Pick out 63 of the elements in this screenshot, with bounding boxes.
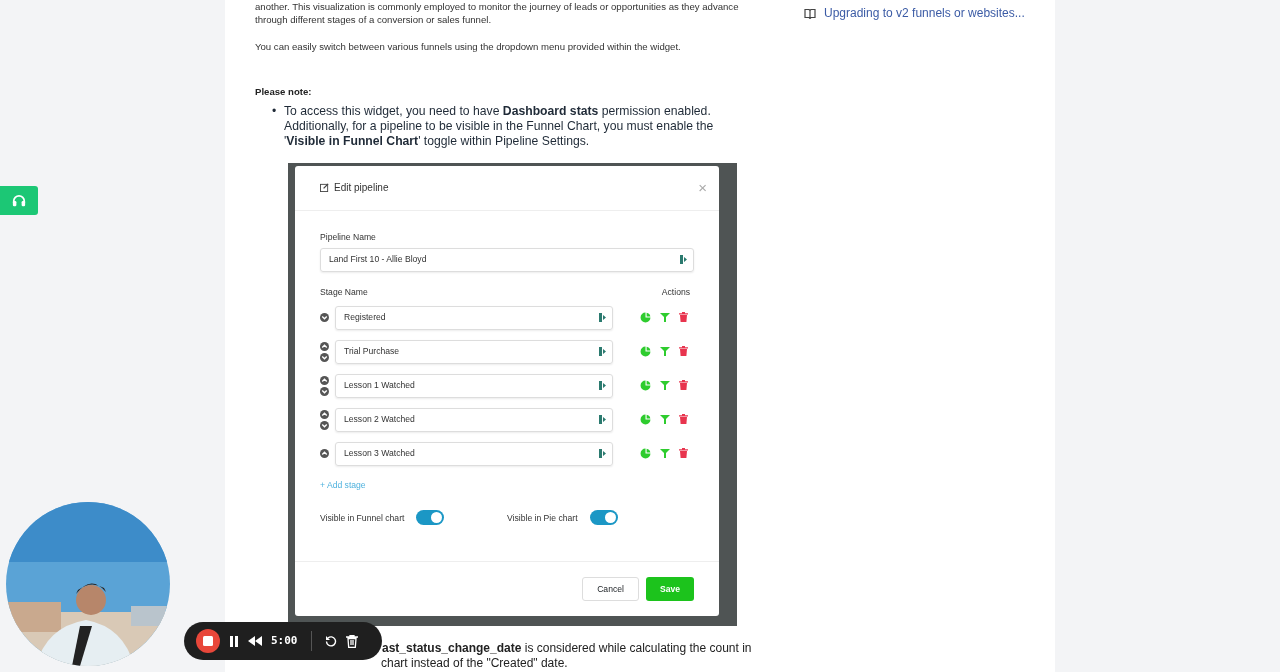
pie-chart-icon[interactable]	[640, 346, 651, 358]
trash-icon[interactable]	[679, 380, 688, 391]
pause-button[interactable]	[229, 635, 239, 647]
move-down-icon[interactable]	[320, 352, 329, 362]
restart-button[interactable]	[324, 635, 337, 647]
pie-chart-icon[interactable]	[640, 414, 651, 426]
extension-icon	[599, 415, 606, 425]
column-label: Actions	[661, 285, 690, 299]
field-label: Pipeline Name	[320, 230, 377, 244]
move-up-icon[interactable]	[320, 375, 329, 385]
filter-icon[interactable]	[660, 414, 670, 425]
toggle-switch[interactable]	[416, 510, 445, 526]
headset-icon	[12, 193, 26, 208]
input-field[interactable]: Lesson 2 Watched	[335, 407, 613, 432]
toggle-switch[interactable]	[589, 510, 618, 526]
timer-text: 5:00	[271, 632, 298, 649]
extension-icon	[680, 255, 687, 265]
note-heading: Please note:	[255, 85, 313, 100]
extension-icon	[599, 449, 606, 459]
filter-icon[interactable]	[660, 346, 670, 357]
filter-icon[interactable]	[660, 380, 670, 391]
move-down-icon[interactable]	[320, 386, 329, 396]
modal-title: Edit pipeline	[334, 181, 389, 196]
extension-icon	[599, 381, 606, 391]
bullet-marker: •	[272, 103, 278, 120]
trash-icon[interactable]	[679, 414, 688, 425]
pie-chart-icon[interactable]	[640, 312, 651, 324]
move-up-icon[interactable]	[320, 409, 329, 419]
sidebar-link[interactable]: Upgrading to v2 funnels or websites...	[824, 4, 1025, 22]
trash-icon[interactable]	[679, 448, 688, 459]
move-down-icon[interactable]	[320, 313, 329, 323]
input-field[interactable]: Lesson 3 Watched	[335, 441, 613, 466]
move-up-icon[interactable]	[320, 449, 329, 459]
extension-icon	[599, 313, 606, 323]
trash-icon[interactable]	[679, 346, 688, 357]
pie-chart-icon[interactable]	[640, 380, 651, 392]
book-icon	[804, 7, 816, 19]
paragraph-line: chart instead of the "Created" date.	[381, 656, 569, 672]
paragraph-line: ast_status_change_date is considered while calculating the count in	[382, 641, 753, 657]
input-field[interactable]: Land First 10 - Allie Bloyd	[320, 247, 694, 272]
trash-icon[interactable]	[679, 312, 688, 323]
filter-icon[interactable]	[660, 448, 670, 459]
cancel-button[interactable]: Cancel	[582, 577, 639, 602]
pie-chart-icon[interactable]	[640, 448, 651, 460]
filter-icon[interactable]	[660, 312, 670, 323]
stop-button[interactable]	[196, 629, 220, 653]
paragraph-line: another. This visualization is commonly employed to monitor the journey of leads or opportunities as they advance	[255, 0, 739, 13]
column-label: Stage Name	[320, 285, 368, 299]
extension-icon	[599, 347, 606, 357]
delete-button[interactable]	[345, 634, 358, 648]
paragraph: You can easily switch between various funnels using the dropdown menu provided within the widget.	[255, 40, 682, 54]
input-field[interactable]: Lesson 1 Watched	[335, 373, 613, 398]
bullet-text: To access this widget, you need to have Dashboard stats permission enabled. Additionally, for a pipeline to be visible in the Funnel Chart, you must enable the 'Visible in Funnel Chart' toggle within Pipeline Settings.	[284, 103, 715, 149]
move-up-icon[interactable]	[320, 341, 329, 351]
rewind-button[interactable]	[248, 636, 262, 646]
edit-icon	[320, 183, 329, 193]
support-button[interactable]	[0, 186, 38, 215]
input-field[interactable]: Registered	[335, 305, 613, 330]
toggle-label: Visible in Funnel chart	[320, 511, 405, 525]
paragraph-line: through different stages of a conversion or sales funnel.	[255, 13, 492, 26]
move-down-icon[interactable]	[320, 420, 329, 430]
input-field[interactable]: Trial Purchase	[335, 339, 613, 364]
toggle-label: Visible in Pie chart	[507, 511, 578, 525]
